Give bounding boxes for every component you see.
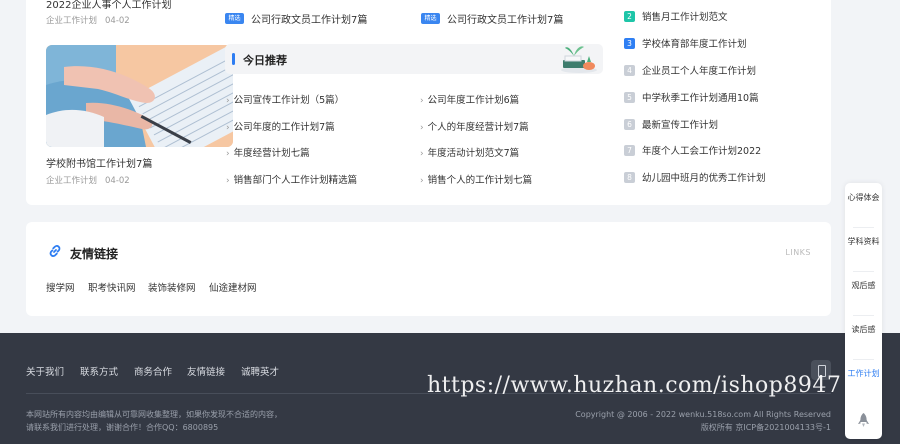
footer-link-friends[interactable]: 友情链接 [187, 364, 225, 378]
float-item[interactable]: 心得体会 [845, 191, 882, 205]
rank-number: 2 [624, 10, 635, 22]
footer-link-jobs[interactable]: 诚聘英才 [241, 364, 279, 378]
rocket-top-icon[interactable] [857, 413, 870, 428]
float-item[interactable]: 学科资料 [845, 235, 882, 249]
footer-copyright: Copyright @ 2006 - 2022 wenku.518so.com … [575, 410, 831, 419]
ranking-item[interactable]: 7 年度个人工会工作计划2022 [624, 143, 761, 157]
ranking-label: 企业员工个人年度工作计划 [642, 66, 757, 77]
featured-item[interactable]: 精选 公司行政文员工作计划7篇 [421, 11, 563, 26]
float-item-active[interactable]: 工作计划 [845, 367, 882, 381]
featured-label: 公司行政文员工作计划7篇 [251, 15, 368, 26]
article-meta-top: 企业工作计划 04-02 [46, 14, 130, 26]
footer-notice-line1: 本网站所有内容均由编辑从可靠网收集整理，如果你发现不合适的内容， [26, 410, 282, 419]
rank-number: 6 [624, 118, 635, 130]
featured-label: 公司行政文员工作计划7篇 [447, 15, 564, 26]
recommend-link[interactable]: › 个人的年度经营计划7篇 [420, 119, 529, 133]
article-date: 04-02 [105, 176, 130, 186]
chevron-right-icon: › [420, 149, 424, 159]
ranking-item[interactable]: 5 中学秋季工作计划通用10篇 [624, 90, 759, 104]
rank-number: 8 [624, 171, 635, 183]
article-title[interactable]: 学校附书馆工作计划7篇 [46, 155, 152, 170]
float-divider [853, 227, 874, 228]
footer-link-contact[interactable]: 联系方式 [80, 364, 118, 378]
article-title-top[interactable]: 2022企业人事个人工作计划 [46, 0, 171, 11]
float-divider [853, 359, 874, 360]
recommend-link[interactable]: › 公司年度的工作计划7篇 [226, 119, 335, 133]
friend-link[interactable]: 仙途建材网 [209, 280, 257, 294]
chevron-right-icon: › [226, 123, 230, 133]
section-accent-bar [232, 53, 235, 65]
chevron-right-icon: › [226, 149, 230, 159]
rank-number: 5 [624, 91, 635, 103]
content-card: 2022企业人事个人工作计划 企业工作计划 04-02 学校附书馆工作计划7篇 … [26, 0, 831, 205]
ranking-label: 幼儿园中班月的优秀工作计划 [642, 173, 766, 184]
float-divider [853, 315, 874, 316]
rank-number: 3 [624, 37, 635, 49]
footer-icp[interactable]: 版权所有 京ICP备2021004133号-1 [701, 421, 831, 434]
rank-number: 4 [624, 64, 635, 76]
float-item[interactable]: 读后感 [845, 323, 882, 337]
chevron-right-icon: › [420, 123, 424, 133]
friend-link[interactable]: 装饰装修网 [148, 280, 196, 294]
ranking-label: 最新宣传工作计划 [642, 120, 719, 131]
recommend-link[interactable]: › 销售部门个人工作计划精选篇 [226, 172, 357, 186]
featured-badge: 精选 [421, 13, 440, 24]
floating-category-bar: 心得体会 学科资料 观后感 读后感 工作计划 [845, 183, 882, 439]
ranking-item[interactable]: 2 销售月工作计划范文 [624, 9, 728, 23]
friend-link[interactable]: 职考快讯网 [88, 280, 136, 294]
article-category: 企业工作计划 [46, 16, 98, 26]
recommend-link[interactable]: › 销售个人的工作计划七篇 [420, 172, 532, 186]
article-meta: 企业工作计划 04-02 [46, 174, 130, 186]
article-category: 企业工作计划 [46, 176, 98, 186]
recommend-link[interactable]: › 公司宣传工作计划（5篇） [226, 92, 344, 106]
recommend-link[interactable]: › 公司年度工作计划6篇 [420, 92, 519, 106]
article-thumbnail[interactable] [46, 45, 233, 147]
ranking-label: 中学秋季工作计划通用10篇 [642, 93, 759, 104]
chevron-right-icon: › [420, 96, 424, 106]
plant-illustration-icon [561, 46, 597, 73]
watermark-text: https://www.huzhan.com/ishop8947 [427, 373, 842, 398]
ranking-item[interactable]: 4 企业员工个人年度工作计划 [624, 63, 756, 77]
today-recommend-title: 今日推荐 [243, 54, 287, 67]
rank-number: 7 [624, 144, 635, 156]
article-date: 04-02 [105, 16, 130, 26]
recommend-link[interactable]: › 年度经营计划七篇 [226, 145, 310, 159]
ranking-label: 销售月工作计划范文 [642, 12, 728, 23]
recommend-link[interactable]: › 年度活动计划范文7篇 [420, 145, 519, 159]
footer-notice-line2: 请联系我们进行处理，谢谢合作！合作QQ：6800895 [26, 423, 219, 432]
friend-links-title: 友情链接 [70, 247, 119, 261]
friend-link[interactable]: 搜学网 [46, 280, 75, 294]
ranking-item[interactable]: 6 最新宣传工作计划 [624, 117, 718, 131]
float-item[interactable]: 观后感 [845, 279, 882, 293]
float-divider [853, 271, 874, 272]
link-icon [49, 245, 61, 257]
chevron-right-icon: › [226, 176, 230, 186]
chevron-right-icon: › [420, 176, 424, 186]
ranking-label: 学校体育部年度工作计划 [642, 39, 747, 50]
footer-link-about[interactable]: 关于我们 [26, 364, 64, 378]
friend-links-subtitle: LINKS [785, 248, 811, 257]
chevron-right-icon: › [226, 96, 230, 106]
featured-badge: 精选 [225, 13, 244, 24]
ranking-item[interactable]: 8 幼儿园中班月的优秀工作计划 [624, 170, 766, 184]
footer-link-business[interactable]: 商务合作 [134, 364, 172, 378]
ranking-label: 年度个人工会工作计划2022 [642, 146, 762, 157]
today-recommend-header: 今日推荐 [225, 44, 603, 74]
featured-item[interactable]: 精选 公司行政文员工作计划7篇 [225, 11, 367, 26]
friend-links-card: 友情链接 LINKS 搜学网 职考快讯网 装饰装修网 仙途建材网 [26, 222, 831, 316]
ranking-item[interactable]: 3 学校体育部年度工作计划 [624, 36, 747, 50]
